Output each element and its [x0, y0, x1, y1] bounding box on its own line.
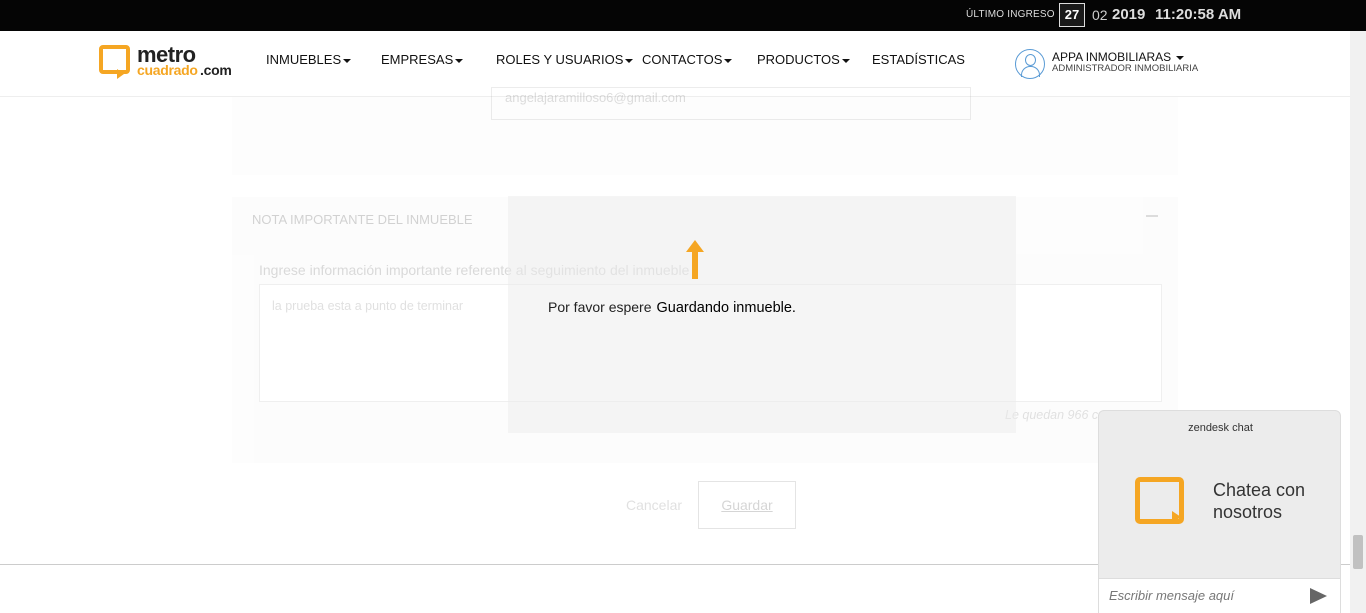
scroll-thumb[interactable] — [1353, 535, 1363, 569]
chat-brand: zendesk chat — [1188, 422, 1253, 434]
nav-contactos-label: CONTACTOS — [642, 52, 723, 67]
top-status-bar: ÚLTIMO INGRESO 27 02 2019 11:20:58 AM — [0, 0, 1366, 31]
user-name: APPA INMOBILIARAS — [1052, 50, 1172, 64]
user-avatar-icon[interactable] — [1015, 49, 1045, 79]
caret-down-icon — [724, 58, 733, 63]
last-login-time: 11:20:58 AM — [1155, 6, 1242, 23]
email-field[interactable]: angelajaramilloso6@gmail.com — [491, 87, 971, 120]
loading-status: Guardando inmueble. — [656, 300, 796, 316]
nav-estadisticas-label: ESTADÍSTICAS — [872, 52, 965, 67]
collapse-icon[interactable] — [1146, 215, 1158, 217]
nav-productos[interactable]: PRODUCTOS — [757, 52, 850, 67]
last-login-year: 2019 — [1112, 6, 1146, 23]
nav-estadisticas[interactable]: ESTADÍSTICAS — [872, 52, 965, 67]
chat-input-bar — [1099, 578, 1340, 613]
logo-text-cuadrado: cuadrado — [137, 62, 198, 78]
logo-text-com: .com — [200, 62, 232, 78]
nav-roles-usuarios[interactable]: ROLES Y USUARIOS — [496, 52, 634, 67]
save-button[interactable]: Guardar — [698, 481, 796, 529]
loading-arrow-icon — [686, 240, 706, 280]
loading-message: Por favor espere Guardando inmueble. — [548, 299, 796, 316]
send-icon[interactable] — [1310, 588, 1327, 604]
arrow-shaft — [692, 251, 698, 279]
nav-contactos[interactable]: CONTACTOS — [642, 52, 733, 67]
chat-title: Chatea con nosotros — [1213, 480, 1306, 522]
caret-down-icon — [455, 58, 464, 63]
email-value: angelajaramilloso6@gmail.com — [505, 90, 686, 105]
note-value: la prueba esta a punto de terminar — [272, 299, 464, 313]
nav-inmuebles-label: INMUEBLES — [266, 52, 342, 67]
page-scrollbar[interactable] — [1350, 31, 1366, 613]
nav-productos-label: PRODUCTOS — [757, 52, 840, 67]
nav-empresas-label: EMPRESAS — [381, 52, 454, 67]
last-login-label: ÚLTIMO INGRESO — [966, 9, 1055, 20]
last-login-month: 02 — [1092, 7, 1108, 23]
user-role: ADMINISTRADOR INMOBILIARIA — [1052, 63, 1199, 74]
loading-prefix: Por favor espere — [548, 299, 652, 315]
caret-down-icon — [343, 58, 352, 63]
caret-down-icon — [1176, 55, 1185, 60]
caret-down-icon — [841, 58, 850, 63]
nav-empresas[interactable]: EMPRESAS — [381, 52, 464, 67]
user-menu[interactable]: APPA INMOBILIARAS — [1052, 50, 1185, 64]
nav-inmuebles[interactable]: INMUEBLES — [266, 52, 352, 67]
nav-roles-usuarios-label: ROLES Y USUARIOS — [496, 52, 624, 67]
zendesk-chat-widget[interactable]: zendesk chat Chatea con nosotros — [1098, 410, 1341, 613]
chat-message-input[interactable] — [1109, 588, 1299, 603]
cancel-button[interactable]: Cancelar — [626, 497, 682, 513]
section-title: NOTA IMPORTANTE DEL INMUEBLE — [252, 212, 473, 227]
metrocuadrado-logo[interactable]: metro cuadrado .com — [99, 42, 239, 83]
chat-logo-icon — [1135, 477, 1184, 524]
caret-down-icon — [625, 58, 634, 63]
last-login-day: 27 — [1059, 3, 1085, 27]
logo-icon — [99, 45, 130, 79]
